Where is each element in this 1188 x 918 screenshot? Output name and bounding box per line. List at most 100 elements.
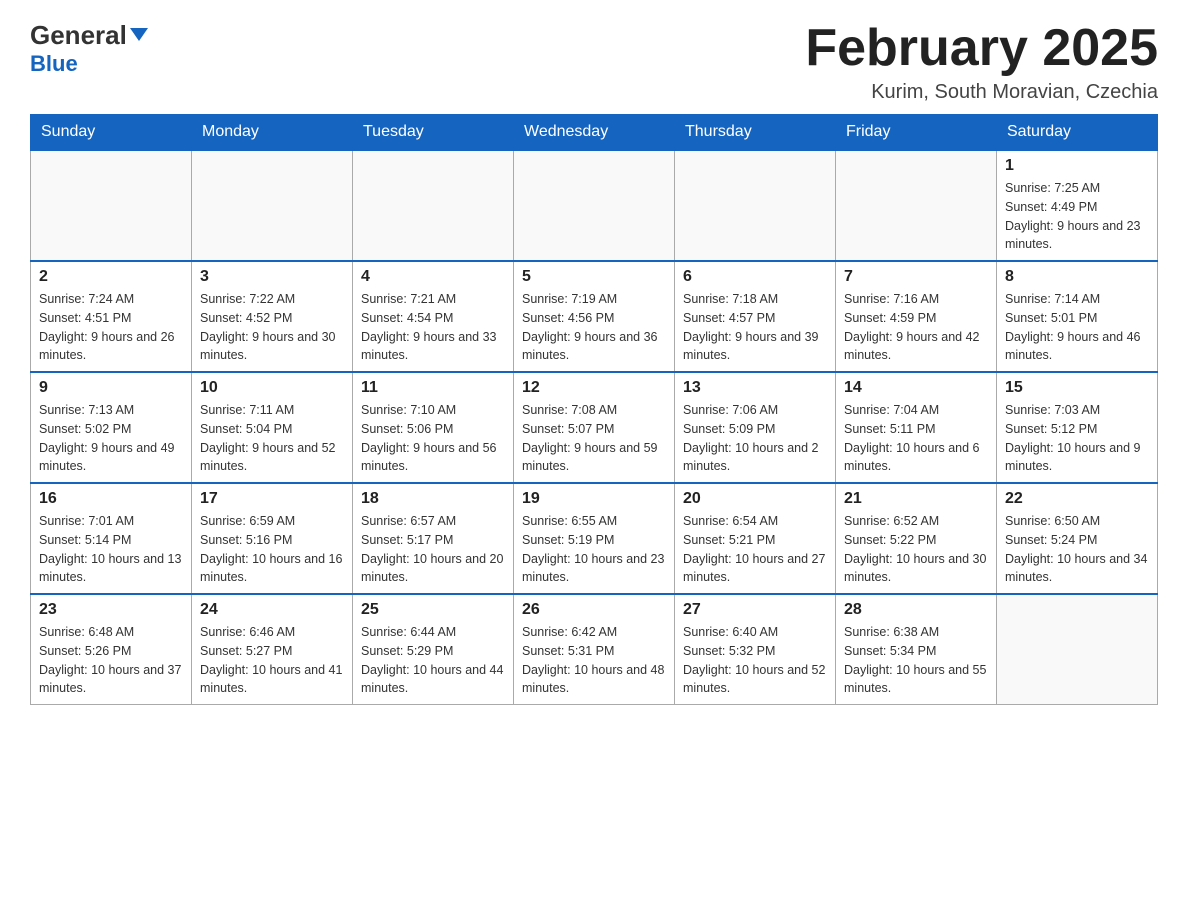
calendar-cell: 1Sunrise: 7:25 AM Sunset: 4:49 PM Daylig…: [997, 150, 1158, 261]
calendar-cell: 21 Sunrise: 6:52 AM Sunset: 5:22 PM Dayli…: [836, 483, 997, 594]
calendar-cell: 6 Sunrise: 7:18 AM Sunset: 4:57 PM Daylig…: [675, 261, 836, 372]
calendar-cell: 16 Sunrise: 7:01 AM Sunset: 5:14 PM Dayli…: [31, 483, 192, 594]
day-number: 9: [39, 379, 183, 397]
day-info: Sunrise: 6:48 AM Sunset: 5:26 PM Dayligh…: [39, 623, 183, 698]
weekday-header: Friday: [836, 115, 997, 151]
day-info: Sunrise: 6:54 AM Sunset: 5:21 PM Dayligh…: [683, 512, 827, 587]
calendar-cell: 23 Sunrise: 6:48 AM Sunset: 5:26 PM Dayli…: [31, 594, 192, 705]
day-number: 12: [522, 379, 666, 397]
logo-blue-text: Blue: [30, 51, 148, 77]
day-info: Sunrise: 7:21 AM Sunset: 4:54 PM Dayligh…: [361, 290, 505, 365]
calendar-cell: 26 Sunrise: 6:42 AM Sunset: 5:31 PM Dayli…: [514, 594, 675, 705]
calendar-cell: [675, 150, 836, 261]
day-info: Sunrise: 6:46 AM Sunset: 5:27 PM Dayligh…: [200, 623, 344, 698]
day-number: 11: [361, 379, 505, 397]
weekday-header: Monday: [192, 115, 353, 151]
calendar-header-row: SundayMondayTuesdayWednesdayThursdayFrid…: [31, 115, 1158, 151]
day-info: Sunrise: 6:40 AM Sunset: 5:32 PM Dayligh…: [683, 623, 827, 698]
calendar-cell: 20 Sunrise: 6:54 AM Sunset: 5:21 PM Dayli…: [675, 483, 836, 594]
day-info: Sunrise: 6:42 AM Sunset: 5:31 PM Dayligh…: [522, 623, 666, 698]
calendar-week-row: 9Sunrise: 7:13 AM Sunset: 5:02 PM Daylig…: [31, 372, 1158, 483]
day-number: 24: [200, 601, 344, 619]
calendar-cell: 27 Sunrise: 6:40 AM Sunset: 5:32 PM Dayli…: [675, 594, 836, 705]
day-number: 18: [361, 490, 505, 508]
day-number: 13: [683, 379, 827, 397]
calendar-cell: 19 Sunrise: 6:55 AM Sunset: 5:19 PM Dayli…: [514, 483, 675, 594]
day-info: Sunrise: 7:01 AM Sunset: 5:14 PM Dayligh…: [39, 512, 183, 587]
day-number: 2: [39, 268, 183, 286]
day-info: Sunrise: 7:14 AM Sunset: 5:01 PM Dayligh…: [1005, 290, 1149, 365]
day-info: Sunrise: 6:50 AM Sunset: 5:24 PM Dayligh…: [1005, 512, 1149, 587]
logo-general: General: [30, 20, 148, 51]
calendar-week-row: 23 Sunrise: 6:48 AM Sunset: 5:26 PM Dayli…: [31, 594, 1158, 705]
day-number: 15: [1005, 379, 1149, 397]
calendar-cell: 14Sunrise: 7:04 AM Sunset: 5:11 PM Dayli…: [836, 372, 997, 483]
calendar-cell: 15 Sunrise: 7:03 AM Sunset: 5:12 PM Dayli…: [997, 372, 1158, 483]
calendar-cell: 18 Sunrise: 6:57 AM Sunset: 5:17 PM Dayli…: [353, 483, 514, 594]
day-info: Sunrise: 7:25 AM Sunset: 4:49 PM Dayligh…: [1005, 179, 1149, 254]
day-number: 19: [522, 490, 666, 508]
day-info: Sunrise: 7:24 AM Sunset: 4:51 PM Dayligh…: [39, 290, 183, 365]
logo-arrow-icon: [130, 28, 148, 41]
day-number: 14: [844, 379, 988, 397]
calendar-cell: 8Sunrise: 7:14 AM Sunset: 5:01 PM Daylig…: [997, 261, 1158, 372]
calendar-cell: 7 Sunrise: 7:16 AM Sunset: 4:59 PM Daylig…: [836, 261, 997, 372]
calendar-cell: 11 Sunrise: 7:10 AM Sunset: 5:06 PM Dayli…: [353, 372, 514, 483]
calendar-table: SundayMondayTuesdayWednesdayThursdayFrid…: [30, 114, 1158, 705]
day-info: Sunrise: 7:11 AM Sunset: 5:04 PM Dayligh…: [200, 401, 344, 476]
calendar-cell: 12 Sunrise: 7:08 AM Sunset: 5:07 PM Dayli…: [514, 372, 675, 483]
day-number: 28: [844, 601, 988, 619]
day-number: 7: [844, 268, 988, 286]
calendar-cell: 22 Sunrise: 6:50 AM Sunset: 5:24 PM Dayli…: [997, 483, 1158, 594]
day-info: Sunrise: 6:55 AM Sunset: 5:19 PM Dayligh…: [522, 512, 666, 587]
calendar-cell: 13 Sunrise: 7:06 AM Sunset: 5:09 PM Dayli…: [675, 372, 836, 483]
day-number: 20: [683, 490, 827, 508]
month-title: February 2025: [805, 20, 1158, 77]
calendar-cell: 25 Sunrise: 6:44 AM Sunset: 5:29 PM Dayli…: [353, 594, 514, 705]
weekday-header: Tuesday: [353, 115, 514, 151]
day-number: 27: [683, 601, 827, 619]
location-label: Kurim, South Moravian, Czechia: [805, 81, 1158, 104]
day-info: Sunrise: 7:19 AM Sunset: 4:56 PM Dayligh…: [522, 290, 666, 365]
calendar-week-row: 16 Sunrise: 7:01 AM Sunset: 5:14 PM Dayli…: [31, 483, 1158, 594]
day-number: 21: [844, 490, 988, 508]
calendar-cell: [192, 150, 353, 261]
day-number: 22: [1005, 490, 1149, 508]
calendar-cell: [514, 150, 675, 261]
logo: General Blue: [30, 20, 148, 77]
day-number: 25: [361, 601, 505, 619]
calendar-cell: 5Sunrise: 7:19 AM Sunset: 4:56 PM Daylig…: [514, 261, 675, 372]
day-info: Sunrise: 7:16 AM Sunset: 4:59 PM Dayligh…: [844, 290, 988, 365]
calendar-cell: 4 Sunrise: 7:21 AM Sunset: 4:54 PM Daylig…: [353, 261, 514, 372]
day-info: Sunrise: 6:38 AM Sunset: 5:34 PM Dayligh…: [844, 623, 988, 698]
calendar-cell: 17Sunrise: 6:59 AM Sunset: 5:16 PM Dayli…: [192, 483, 353, 594]
calendar-week-row: 1Sunrise: 7:25 AM Sunset: 4:49 PM Daylig…: [31, 150, 1158, 261]
day-info: Sunrise: 6:44 AM Sunset: 5:29 PM Dayligh…: [361, 623, 505, 698]
day-info: Sunrise: 7:06 AM Sunset: 5:09 PM Dayligh…: [683, 401, 827, 476]
day-number: 16: [39, 490, 183, 508]
day-info: Sunrise: 7:18 AM Sunset: 4:57 PM Dayligh…: [683, 290, 827, 365]
weekday-header: Saturday: [997, 115, 1158, 151]
title-block: February 2025 Kurim, South Moravian, Cze…: [805, 20, 1158, 104]
calendar-cell: 3Sunrise: 7:22 AM Sunset: 4:52 PM Daylig…: [192, 261, 353, 372]
calendar-cell: [997, 594, 1158, 705]
calendar-cell: 24 Sunrise: 6:46 AM Sunset: 5:27 PM Dayli…: [192, 594, 353, 705]
weekday-header: Sunday: [31, 115, 192, 151]
calendar-week-row: 2 Sunrise: 7:24 AM Sunset: 4:51 PM Daylig…: [31, 261, 1158, 372]
day-number: 6: [683, 268, 827, 286]
day-info: Sunrise: 7:08 AM Sunset: 5:07 PM Dayligh…: [522, 401, 666, 476]
calendar-cell: [836, 150, 997, 261]
weekday-header: Wednesday: [514, 115, 675, 151]
calendar-cell: 10 Sunrise: 7:11 AM Sunset: 5:04 PM Dayli…: [192, 372, 353, 483]
day-number: 4: [361, 268, 505, 286]
day-number: 23: [39, 601, 183, 619]
day-info: Sunrise: 6:52 AM Sunset: 5:22 PM Dayligh…: [844, 512, 988, 587]
day-number: 10: [200, 379, 344, 397]
day-info: Sunrise: 7:03 AM Sunset: 5:12 PM Dayligh…: [1005, 401, 1149, 476]
day-number: 26: [522, 601, 666, 619]
calendar-cell: [31, 150, 192, 261]
day-info: Sunrise: 6:59 AM Sunset: 5:16 PM Dayligh…: [200, 512, 344, 587]
page-header: General Blue February 2025 Kurim, South …: [30, 20, 1158, 104]
day-info: Sunrise: 6:57 AM Sunset: 5:17 PM Dayligh…: [361, 512, 505, 587]
day-info: Sunrise: 7:10 AM Sunset: 5:06 PM Dayligh…: [361, 401, 505, 476]
